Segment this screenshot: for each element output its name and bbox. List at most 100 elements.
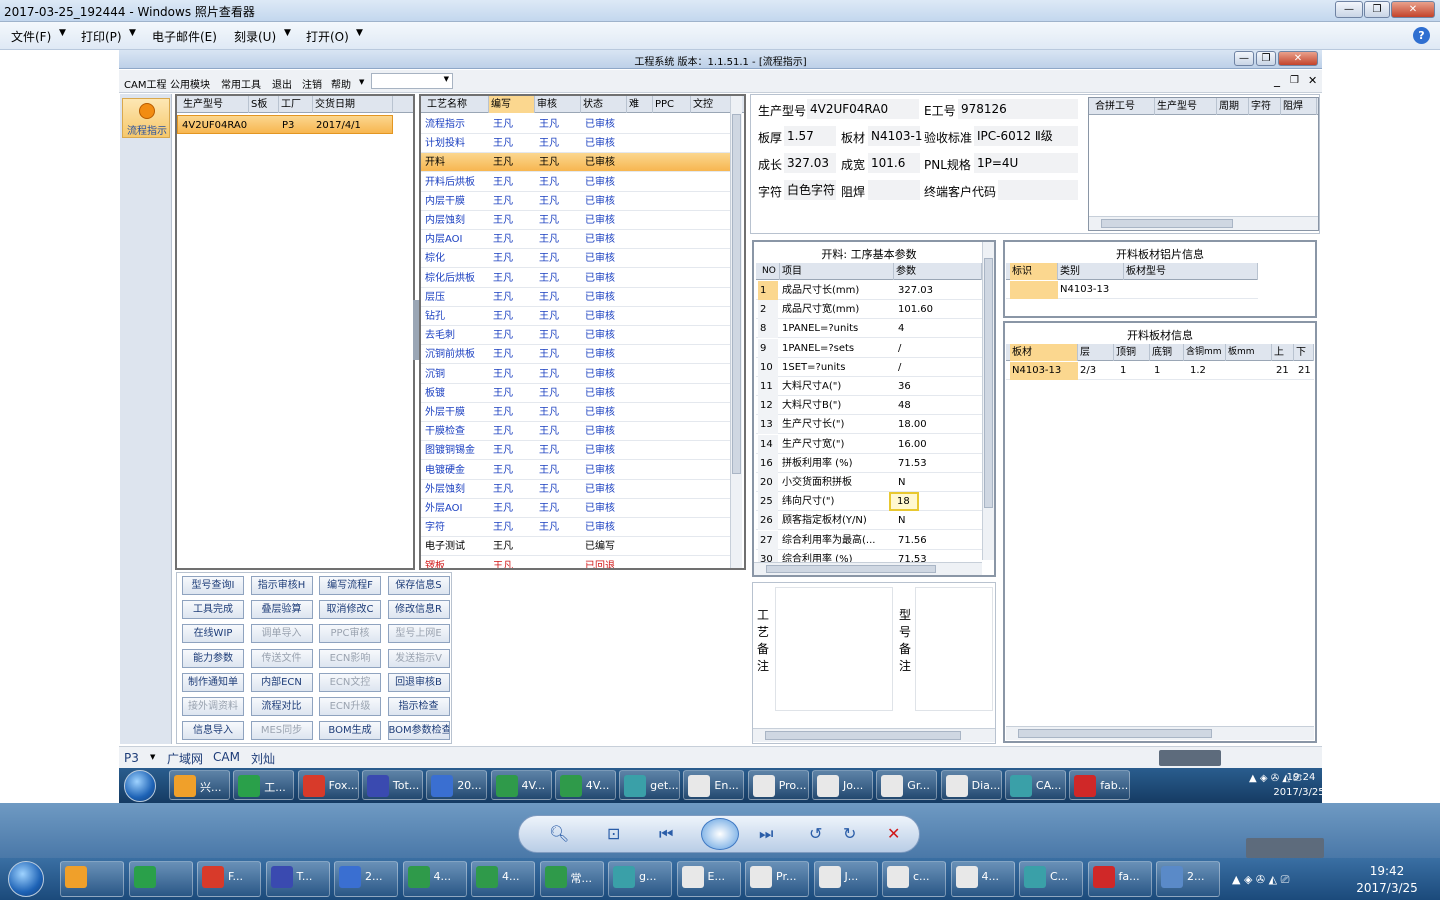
menu-open[interactable]: 打开(O) bbox=[306, 28, 349, 45]
table-row[interactable]: 字符 王凡 王凡 已审核 bbox=[421, 518, 730, 538]
col-status[interactable]: 状态 bbox=[581, 96, 627, 113]
app-close-button[interactable]: ✕ bbox=[1278, 51, 1318, 66]
table-row[interactable]: 26 顾客指定板材(Y/N) N bbox=[756, 511, 982, 531]
action-button[interactable]: PPC审核 bbox=[319, 624, 381, 644]
action-button[interactable]: 发送指示V bbox=[387, 648, 450, 668]
taskbar-button[interactable]: 20... bbox=[426, 770, 488, 800]
col-down[interactable]: 下 bbox=[1294, 344, 1314, 361]
col-date[interactable]: 交货日期 bbox=[313, 96, 393, 113]
col-doc-control[interactable]: 文控 bbox=[691, 96, 731, 113]
scroll-thumb[interactable] bbox=[765, 731, 961, 740]
taskbar-button[interactable]: E... bbox=[676, 861, 741, 897]
col-item[interactable]: 项目 bbox=[780, 263, 894, 280]
col-writer[interactable]: 编写 bbox=[489, 96, 535, 113]
table-row[interactable]: 干膜检查 王凡 王凡 已审核 bbox=[421, 422, 730, 442]
col-sheet[interactable]: 板材 bbox=[1010, 344, 1078, 361]
table-row[interactable]: 外层干膜 王凡 王凡 已审核 bbox=[421, 403, 730, 422]
taskbar-button[interactable]: Jo... bbox=[812, 770, 873, 800]
table-row[interactable]: 图镀铜锡金 王凡 王凡 已审核 bbox=[421, 441, 730, 461]
action-button[interactable]: 回退审核B bbox=[387, 672, 450, 692]
taskbar-button[interactable]: 4... bbox=[950, 861, 1015, 897]
rotate-right-icon[interactable]: ↻ bbox=[843, 824, 856, 843]
taskbar-button[interactable]: J... bbox=[813, 861, 878, 897]
table-row[interactable]: 内层AOI 王凡 王凡 已审核 bbox=[421, 230, 730, 250]
cell-param[interactable]: 36 bbox=[896, 377, 976, 396]
status-factory[interactable]: P3 bbox=[124, 751, 139, 765]
inner-clock-date[interactable]: 2017/3/25 bbox=[1249, 787, 1349, 798]
cell-param[interactable]: 71.56 bbox=[896, 531, 976, 550]
table-row[interactable]: 8 1PANEL=?units 4 bbox=[756, 319, 982, 339]
col-process-name[interactable]: 工艺名称 bbox=[425, 96, 489, 113]
col-bottom-cu[interactable]: 底铜 bbox=[1150, 344, 1184, 361]
menu-exit[interactable]: 退出 bbox=[272, 76, 292, 91]
table-row[interactable]: 板镀 王凡 王凡 已审核 bbox=[421, 384, 730, 403]
merge-hscrollbar[interactable] bbox=[1089, 216, 1318, 230]
action-button[interactable]: 叠层验算 bbox=[250, 600, 313, 620]
tray-icons[interactable]: ▲ ◈ ✇ ◭ ⎚ bbox=[1232, 873, 1289, 887]
taskbar-button[interactable]: C... bbox=[1019, 861, 1083, 897]
process-scrollbar[interactable] bbox=[730, 96, 742, 568]
params-vscrollbar[interactable] bbox=[982, 242, 994, 560]
table-row[interactable]: 内层干膜 王凡 王凡 已审核 bbox=[421, 192, 730, 211]
maximize-button[interactable]: ❐ bbox=[1364, 1, 1390, 18]
taskbar-button[interactable]: Fox... bbox=[297, 770, 359, 800]
action-button[interactable]: 流程对比 bbox=[250, 697, 313, 716]
taskbar-button[interactable]: Dia... bbox=[940, 770, 1002, 800]
taskbar-button[interactable]: CA... bbox=[1004, 770, 1066, 800]
col-ppc[interactable]: PPC bbox=[653, 96, 691, 113]
slideshow-button[interactable] bbox=[701, 818, 739, 850]
table-row[interactable]: 16 拼板利用率 (%) 71.53 bbox=[756, 453, 982, 473]
action-button[interactable]: 内部ECN bbox=[250, 672, 313, 692]
col-no[interactable]: NO bbox=[760, 263, 780, 280]
action-button[interactable]: 型号查询Ⅰ bbox=[182, 576, 244, 595]
menu-print[interactable]: 打印(P) bbox=[81, 28, 122, 45]
table-row[interactable]: 流程指示 王凡 王凡 已审核 bbox=[421, 115, 730, 134]
action-button[interactable]: ECN影响 bbox=[319, 648, 381, 668]
table-row[interactable]: 外层AOI 王凡 王凡 已审核 bbox=[421, 499, 730, 518]
table-row[interactable]: N4103-13 bbox=[1006, 281, 1258, 299]
taskbar-button[interactable]: c... bbox=[882, 861, 946, 897]
table-row[interactable]: 27 综合利用率为最高(... 71.56 bbox=[756, 530, 982, 550]
taskbar-button[interactable]: Pro... bbox=[747, 770, 809, 800]
action-button[interactable]: 传送文件 bbox=[250, 648, 313, 668]
col-difficulty[interactable]: 难 bbox=[627, 96, 653, 113]
action-button[interactable]: 制作通知单 bbox=[182, 672, 244, 692]
mdi-close-icon[interactable]: ✕ bbox=[1308, 74, 1317, 87]
action-button[interactable]: 保存信息S bbox=[387, 576, 450, 595]
col-reviewer[interactable]: 审核 bbox=[535, 96, 581, 113]
action-button[interactable]: 调单导入 bbox=[250, 624, 313, 644]
start-orb-icon[interactable] bbox=[8, 861, 44, 897]
rotate-left-icon[interactable]: ↺ bbox=[809, 824, 822, 843]
table-row[interactable]: 1 成品尺寸长(mm) 327.03 bbox=[756, 281, 982, 300]
action-button[interactable]: 能力参数 bbox=[182, 648, 244, 668]
table-row[interactable]: 20 小交货面积拼板 N bbox=[756, 473, 982, 492]
col-merge-no[interactable]: 合拼工号 bbox=[1093, 98, 1155, 115]
table-row[interactable]: 11 大料尺寸A(") 36 bbox=[756, 377, 982, 396]
col-s-board[interactable]: S板 bbox=[249, 96, 279, 113]
cell-param[interactable]: 16.00 bbox=[896, 435, 976, 454]
table-row[interactable]: 2 成品尺寸宽(mm) 101.60 bbox=[756, 300, 982, 320]
action-button[interactable]: 修改信息R bbox=[387, 600, 450, 620]
zoom-icon[interactable]: 🔍︎ bbox=[549, 824, 569, 843]
col-cu-mm[interactable]: 含铜mm bbox=[1184, 344, 1226, 361]
scroll-thumb[interactable] bbox=[732, 114, 741, 474]
menu-cam[interactable]: CAM工程 bbox=[124, 76, 166, 91]
table-row[interactable]: 棕化后烘板 王凡 王凡 已审核 bbox=[421, 269, 730, 288]
cell-param[interactable]: 71.53 bbox=[896, 454, 976, 473]
taskbar-button[interactable]: 4... bbox=[471, 861, 535, 897]
table-row[interactable]: 锣板 王凡 已回退 bbox=[421, 557, 730, 568]
table-row[interactable]: 9 1PANEL=?sets / bbox=[756, 338, 982, 358]
nav-process-button[interactable]: 流程指示 bbox=[122, 98, 170, 138]
table-row[interactable]: 沉铜 王凡 王凡 已审核 bbox=[421, 365, 730, 384]
table-row[interactable]: 10 1SET=?units / bbox=[756, 357, 982, 377]
action-button[interactable]: 编写流程F bbox=[319, 576, 381, 595]
mdi-restore-icon[interactable]: ❐ bbox=[1290, 75, 1299, 86]
previous-icon[interactable]: ⏮ bbox=[659, 824, 673, 844]
menu-burn[interactable]: 刻录(U) bbox=[234, 28, 276, 45]
scroll-thumb[interactable] bbox=[1018, 729, 1212, 738]
cell-param[interactable]: 18.00 bbox=[896, 415, 976, 434]
table-row[interactable]: 电子测试 王凡 已编写 bbox=[421, 537, 730, 557]
action-button[interactable]: ECN升级 bbox=[319, 697, 381, 716]
outer-language-bar[interactable] bbox=[1246, 838, 1324, 858]
inner-clock-time[interactable]: 19:24 bbox=[1279, 772, 1323, 783]
